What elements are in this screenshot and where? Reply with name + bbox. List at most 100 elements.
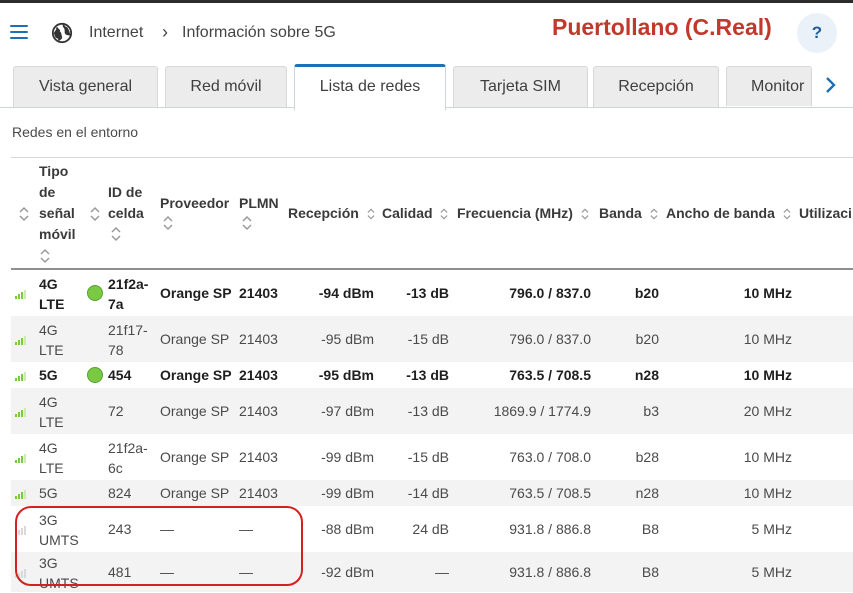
table-top-border [11,157,853,158]
band: B8 [641,521,659,537]
column-header-label: Recepción [288,205,359,221]
frequency: 1869.9 / 1774.9 [493,403,591,419]
sort-icon[interactable] [366,207,376,221]
table-row[interactable]: 5G 454 Orange SP 21403 -95 dBm -13 dB 763.5 / … [11,362,853,388]
column-header-reception[interactable]: Recepción [288,203,376,224]
cell-id: 21f2a-​7a [108,276,149,312]
sort-icon[interactable] [162,214,174,232]
quality: 24 dB [412,521,449,537]
table-row[interactable]: 5G 824 Orange SP 21403 -99 dBm -14 dB 763.5 / … [11,480,853,506]
column-header-label: Ancho de banda [666,205,775,221]
bandwidth: 10 MHz [743,285,792,301]
help-button[interactable]: ? [797,13,837,53]
tab-reception[interactable]: Recepción [593,66,719,107]
quality: -13 dB [406,285,449,301]
cell-id: 454 [108,367,132,383]
signal-strength-icon [15,454,26,463]
provider: Orange SP [160,403,230,419]
reception: -99 dBm [321,485,374,501]
tab-monitor[interactable]: Monitor [726,66,812,106]
network-type: 4G LTE [39,276,65,312]
column-header-frequency[interactable]: Frecuencia (MHz) [457,203,590,224]
network-type: 4G LTE [39,394,64,430]
reception: -94 dBm [318,285,374,301]
band: n28 [634,367,659,383]
bandwidth: 20 MHz [743,403,792,419]
signal-strength-icon [15,336,26,345]
tab-network-list[interactable]: Lista de redes [294,64,446,111]
column-header-usage[interactable]: Utilizaci [799,203,853,224]
frequency: 931.8 / 886.8 [509,564,591,580]
column-header-band[interactable]: Banda [599,203,659,224]
globe-icon [51,22,73,44]
reception: -99 dBm [321,449,374,465]
network-type: 4G LTE [39,322,64,358]
column-header-type[interactable]: Tipo de señal móvil [39,161,99,245]
sort-icon[interactable] [649,207,659,221]
column-header-cell-id[interactable]: ID de celda [108,182,156,224]
sort-icon[interactable] [39,247,51,265]
column-header-plmn[interactable]: PLMN [239,193,279,214]
cell-id: 72 [108,403,124,419]
active-connection-icon [87,285,103,301]
column-header-bandwidth[interactable]: Ancho de banda [666,203,792,224]
network-type: 4G LTE [39,440,64,476]
frequency: 763.5 / 708.5 [509,485,591,501]
sort-icon[interactable] [439,207,449,221]
table-row[interactable]: 4G LTE 21f2a-​6c Orange SP 21403 -99 dBm -15 … [11,434,853,480]
menu-icon[interactable] [10,25,28,39]
cell-id: 21f17-​78 [108,322,148,358]
provider: Orange SP [160,485,230,501]
quality: -13 dB [407,403,449,419]
tab-overview[interactable]: Vista general [13,66,158,107]
sort-icon[interactable] [580,207,590,221]
active-connection-icon [87,367,103,383]
band: b28 [635,449,659,465]
network-type: 5G [39,367,58,383]
quality: -13 dB [406,367,449,383]
signal-strength-icon [15,490,26,499]
bandwidth: 10 MHz [743,485,792,501]
bandwidth: 10 MHz [743,331,792,347]
column-header-quality[interactable]: Calidad [382,203,449,224]
reception: -95 dBm [321,331,374,347]
section-title: Redes en el entorno [12,124,139,140]
signal-strength-icon [15,290,26,299]
column-header-label: Tipo de señal móvil [39,163,76,242]
top-border [0,0,853,3]
column-header-label: Banda [599,205,642,221]
chevron-right-icon[interactable] [818,70,842,100]
page-title: Información sobre 5G [182,24,336,41]
frequency: 763.0 / 708.0 [509,449,591,465]
table-row[interactable]: 4G LTE 21f2a-​7a Orange SP 21403 -94 dBm -13 … [11,270,853,316]
frequency: 796.0 / 837.0 [509,331,591,347]
cell-id: 824 [108,485,132,501]
breadcrumb-root[interactable]: Internet [89,24,143,42]
sort-icon[interactable] [110,225,122,243]
sort-icon[interactable] [18,205,30,223]
provider: Orange SP [160,367,232,383]
provider: Orange SP [160,331,230,347]
bandwidth: 10 MHz [743,367,792,383]
sort-icon[interactable] [89,205,101,223]
tab-sim-card[interactable]: Tarjeta SIM [453,66,588,107]
table-row[interactable]: 4G LTE 21f17-​78 Orange SP 21403 -95 dBm -15 … [11,316,853,362]
band: b3 [643,403,659,419]
signal-strength-icon [15,372,26,381]
tab-mobile-network[interactable]: Red móvil [165,66,287,107]
sort-icon[interactable] [241,214,253,232]
tab-bar: Vista general Red móvil Lista de redes T… [0,64,853,111]
sort-icon[interactable] [782,207,792,221]
quality: — [435,564,449,580]
column-header-provider[interactable]: Proveedor [160,193,229,214]
signal-strength-icon [15,408,26,417]
bandwidth: 5 MHz [751,564,792,580]
reception: -97 dBm [321,403,374,419]
network-type: 5G [39,485,58,501]
provider: Orange SP [160,449,230,465]
bandwidth: 10 MHz [743,449,792,465]
table-row[interactable]: 4G LTE 72 Orange SP 21403 -97 dBm -13 dB 1869.… [11,388,853,434]
bandwidth: 5 MHz [751,521,792,537]
band: B8 [641,564,659,580]
frequency: 931.8 / 886.8 [509,521,591,537]
